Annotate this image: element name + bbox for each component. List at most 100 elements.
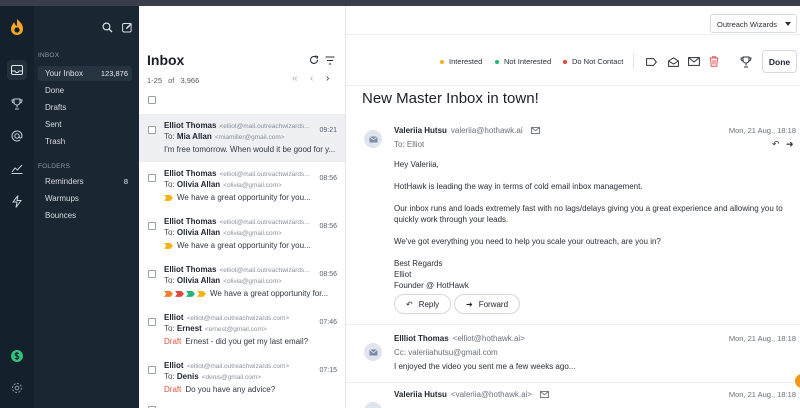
list-item[interactable] <box>139 402 345 408</box>
status-do-not-contact[interactable]: Do Not Contact <box>563 57 623 66</box>
email-paragraph: Our inbox runs and loads extremely fast … <box>394 204 783 224</box>
first-page-icon[interactable]: « <box>292 73 298 84</box>
email-paragraph: We've got everything you need to help yo… <box>394 237 661 246</box>
mark-unread-icon[interactable] <box>687 55 700 68</box>
reply-small-icon[interactable]: ↶ <box>772 139 780 150</box>
divider <box>346 34 800 35</box>
signature-line: Founder @ HotHawk <box>394 281 469 290</box>
label-tag-icon[interactable] <box>645 55 658 68</box>
sender-address: <valeriia@hothawk.ai> <box>450 390 532 399</box>
sender-address: <elliot@mail.outreachwizards.com> <box>186 315 290 322</box>
sidebar-item-trash[interactable]: Trash <box>38 134 132 149</box>
list-title: Inbox <box>147 52 185 68</box>
tag-interested-icon <box>164 194 173 201</box>
sender-address: <elliot@mail.outreachwizards... <box>219 219 310 226</box>
message-time: 09:21 <box>319 127 337 134</box>
row-checkbox[interactable] <box>148 270 156 278</box>
sender-address: <elliot@mail.outreachwizards... <box>219 267 310 274</box>
at-icon[interactable] <box>7 126 27 146</box>
inbox-icon[interactable] <box>7 60 27 80</box>
search-icon[interactable] <box>101 21 114 34</box>
forward-label: Forward <box>478 299 509 309</box>
sender-address: <elliot@mail.outreachwizards... <box>219 171 310 178</box>
mark-read-icon[interactable] <box>667 55 680 68</box>
recipient-name: Mia Allan <box>176 132 212 141</box>
tag-yellow-icon <box>197 290 206 297</box>
forward-small-icon[interactable]: ➜ <box>786 139 794 150</box>
message-time: 08:56 <box>319 271 337 278</box>
email-body: Hey Valeriia, HotHawk is leading the way… <box>394 159 794 291</box>
trash-icon[interactable] <box>707 55 720 68</box>
chevron-down-icon <box>785 22 791 26</box>
reply-label: Reply <box>418 299 440 309</box>
to-prefix: To: <box>164 180 175 189</box>
recipient-line: To: Elliot <box>394 140 425 149</box>
workspace-select-value: Outreach Wizards <box>717 20 778 29</box>
divider <box>633 53 634 69</box>
workspace-select[interactable]: Outreach Wizards <box>710 14 797 33</box>
message-time: 07:46 <box>319 319 337 326</box>
list-item[interactable]: Elliot <elliot@mail.outreachwizards.com> … <box>139 306 345 354</box>
compose-icon[interactable] <box>121 21 134 34</box>
forward-button[interactable]: ➜ Forward <box>454 294 521 314</box>
status-label: Interested <box>449 57 483 66</box>
total-count: 3,966 <box>180 76 200 85</box>
recipient-address: <olivia@gmail.com> <box>223 278 282 285</box>
refresh-icon[interactable] <box>308 54 320 66</box>
folders-section-label: FOLDERS <box>38 163 71 170</box>
trophy-icon[interactable] <box>739 55 752 68</box>
filter-icon[interactable] <box>324 54 336 66</box>
to-prefix: To: <box>164 372 175 381</box>
email-snippet: I enjoyed the video you sent me a few we… <box>394 362 576 371</box>
tag-icons <box>164 290 206 297</box>
prev-page-icon[interactable]: ‹ <box>310 73 313 84</box>
sidebar-item-your-inbox[interactable]: Your Inbox 123,876 <box>38 66 132 81</box>
sidebar-item-warmups[interactable]: Warmups <box>38 191 132 206</box>
list-item[interactable]: Elliot <elliot@mail.outreachwizards.com> … <box>139 354 345 402</box>
sidebar-item-reminders[interactable]: Reminders 8 <box>38 174 132 189</box>
list-item[interactable]: Elliot Thomas <elliot@mail.outreachwizard… <box>139 210 345 258</box>
lightning-icon[interactable] <box>7 191 27 211</box>
list-item[interactable]: Elliot Thomas <elliot@mail.outreachwizard… <box>139 258 345 306</box>
reply-button[interactable]: ↶ Reply <box>394 294 452 314</box>
row-checkbox[interactable] <box>148 222 156 230</box>
settings-icon[interactable] <box>7 378 27 398</box>
draft-label: Draft <box>164 385 182 394</box>
status-interested[interactable]: Interested <box>440 57 482 66</box>
recipient-address: <olivia@gmail.com> <box>223 230 282 237</box>
sender-address: valeriia@hothawk.ai <box>450 126 523 135</box>
status-label: Not Interested <box>504 57 552 66</box>
list-item[interactable]: Elliot Thomas <elliot@mail.outreachwizard… <box>139 162 345 210</box>
avatar <box>364 343 382 361</box>
row-checkbox[interactable] <box>148 126 156 134</box>
avatar <box>364 402 382 408</box>
message-snippet: Do you have any advice? <box>185 385 276 394</box>
done-button[interactable]: Done <box>762 50 797 73</box>
billing-icon[interactable] <box>7 346 27 366</box>
status-label: Do Not Contact <box>572 57 624 66</box>
email-subject: New Master Inbox in town! <box>362 90 539 107</box>
status-not-interested[interactable]: Not Interested <box>495 57 551 66</box>
sender-address: <elliot@hothawk.ai> <box>452 334 525 343</box>
sidebar-item-drafts[interactable]: Drafts <box>38 100 132 115</box>
next-page-icon[interactable]: › <box>326 73 329 84</box>
row-checkbox[interactable] <box>148 318 156 326</box>
row-checkbox[interactable] <box>148 366 156 374</box>
reply-icon: ↶ <box>406 299 413 309</box>
row-checkbox[interactable] <box>148 174 156 182</box>
sidebar-item-bounces[interactable]: Bounces <box>38 208 132 223</box>
trophy-icon[interactable] <box>7 94 27 114</box>
message-snippet: We have a great opportunity for you... <box>177 241 311 250</box>
recipient-address: <olivia@gmail.com> <box>223 182 282 189</box>
to-prefix: To: <box>164 228 175 237</box>
list-item[interactable]: Elliot Thomas <elliot@mail.outreachwizard… <box>139 114 345 162</box>
sidebar-item-sent[interactable]: Sent <box>38 117 132 132</box>
help-chat-icon[interactable] <box>795 374 800 388</box>
folder-panel: INBOX Your Inbox 123,876 Done Drafts Sen… <box>34 6 139 408</box>
analytics-icon[interactable] <box>7 159 27 179</box>
signature-line: Elliot <box>394 270 412 279</box>
email-date: Mon, 21 Aug., 18:18 <box>728 126 796 135</box>
app-logo-icon[interactable] <box>7 17 27 37</box>
sidebar-item-done[interactable]: Done <box>38 83 132 98</box>
select-all-checkbox[interactable] <box>148 96 156 104</box>
